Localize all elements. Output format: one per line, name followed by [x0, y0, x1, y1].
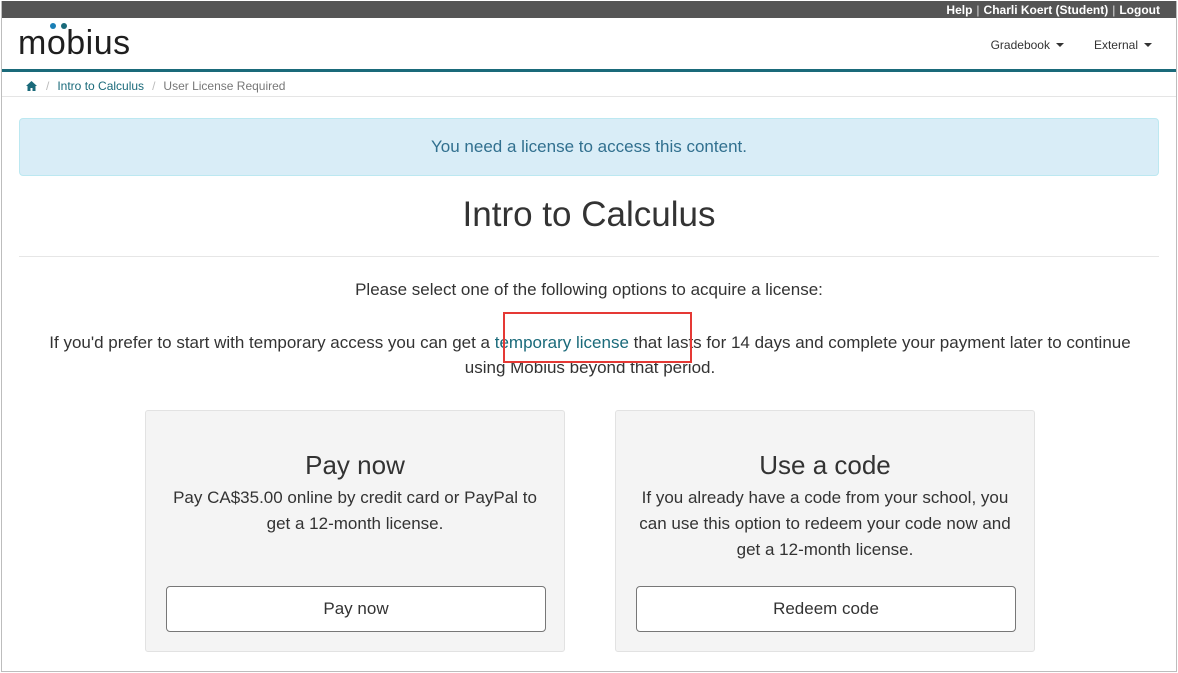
breadcrumb-course-link[interactable]: Intro to Calculus [57, 79, 144, 93]
redeem-code-button[interactable]: Redeem code [636, 586, 1016, 632]
home-icon[interactable] [26, 80, 38, 91]
external-label: External [1093, 38, 1138, 52]
page-title: Intro to Calculus [462, 195, 716, 234]
pay-now-title: Pay now [305, 450, 405, 480]
logo-text-end: bius [66, 24, 131, 62]
logout-link[interactable]: Logout [1119, 3, 1160, 17]
pay-now-card: Pay now Pay CA$35.00 online by credit ca… [145, 410, 565, 652]
breadcrumb-separator: / [46, 78, 50, 93]
caret-down-icon [1144, 43, 1152, 47]
external-dropdown[interactable]: External [1094, 38, 1152, 52]
license-instructions: Please select one of the following optio… [355, 280, 823, 299]
pay-now-button[interactable]: Pay now [166, 586, 546, 632]
top-utility-bar: Help | Charli Koert (Student) | Logout [2, 1, 1176, 18]
logo-text-o: o [46, 24, 67, 62]
help-link[interactable]: Help [946, 3, 972, 17]
user-link[interactable]: Charli Koert (Student) [984, 3, 1109, 17]
use-code-card: Use a code If you already have a code fr… [615, 410, 1035, 652]
nav-menu: Gradebook External [991, 18, 1152, 72]
logo-dot [49, 23, 56, 29]
logo-dot [60, 23, 67, 29]
logo-dots [49, 23, 67, 29]
breadcrumb-separator: / [152, 78, 156, 93]
gradebook-label: Gradebook [990, 38, 1050, 52]
gradebook-dropdown[interactable]: Gradebook [991, 38, 1064, 52]
mobius-logo[interactable]: m obius [18, 23, 131, 62]
divider [19, 256, 1159, 257]
breadcrumb-current: User License Required [163, 78, 286, 93]
use-code-title: Use a code [759, 450, 891, 480]
use-code-description: If you already have a code from your sch… [639, 488, 1011, 559]
temporary-license-link[interactable]: temporary license [495, 333, 629, 352]
alert-message: You need a license to access this conten… [431, 137, 747, 156]
logo-text-start: m [18, 24, 47, 62]
breadcrumb: / Intro to Calculus / User License Requi… [2, 75, 1176, 97]
temporary-access-text: If you'd prefer to start with temporary … [42, 330, 1138, 380]
separator: | [1112, 2, 1116, 17]
temp-text-before: If you'd prefer to start with temporary … [49, 333, 495, 352]
logo-umlaut-o: o [46, 23, 67, 62]
main-navbar: m obius Gradebook External [2, 18, 1176, 72]
caret-down-icon [1055, 43, 1064, 47]
license-alert: You need a license to access this conten… [19, 118, 1159, 176]
pay-now-description: Pay CA$35.00 online by credit card or Pa… [173, 488, 537, 533]
app-frame: Help | Charli Koert (Student) | Logout m… [1, 1, 1177, 672]
separator: | [976, 2, 980, 17]
